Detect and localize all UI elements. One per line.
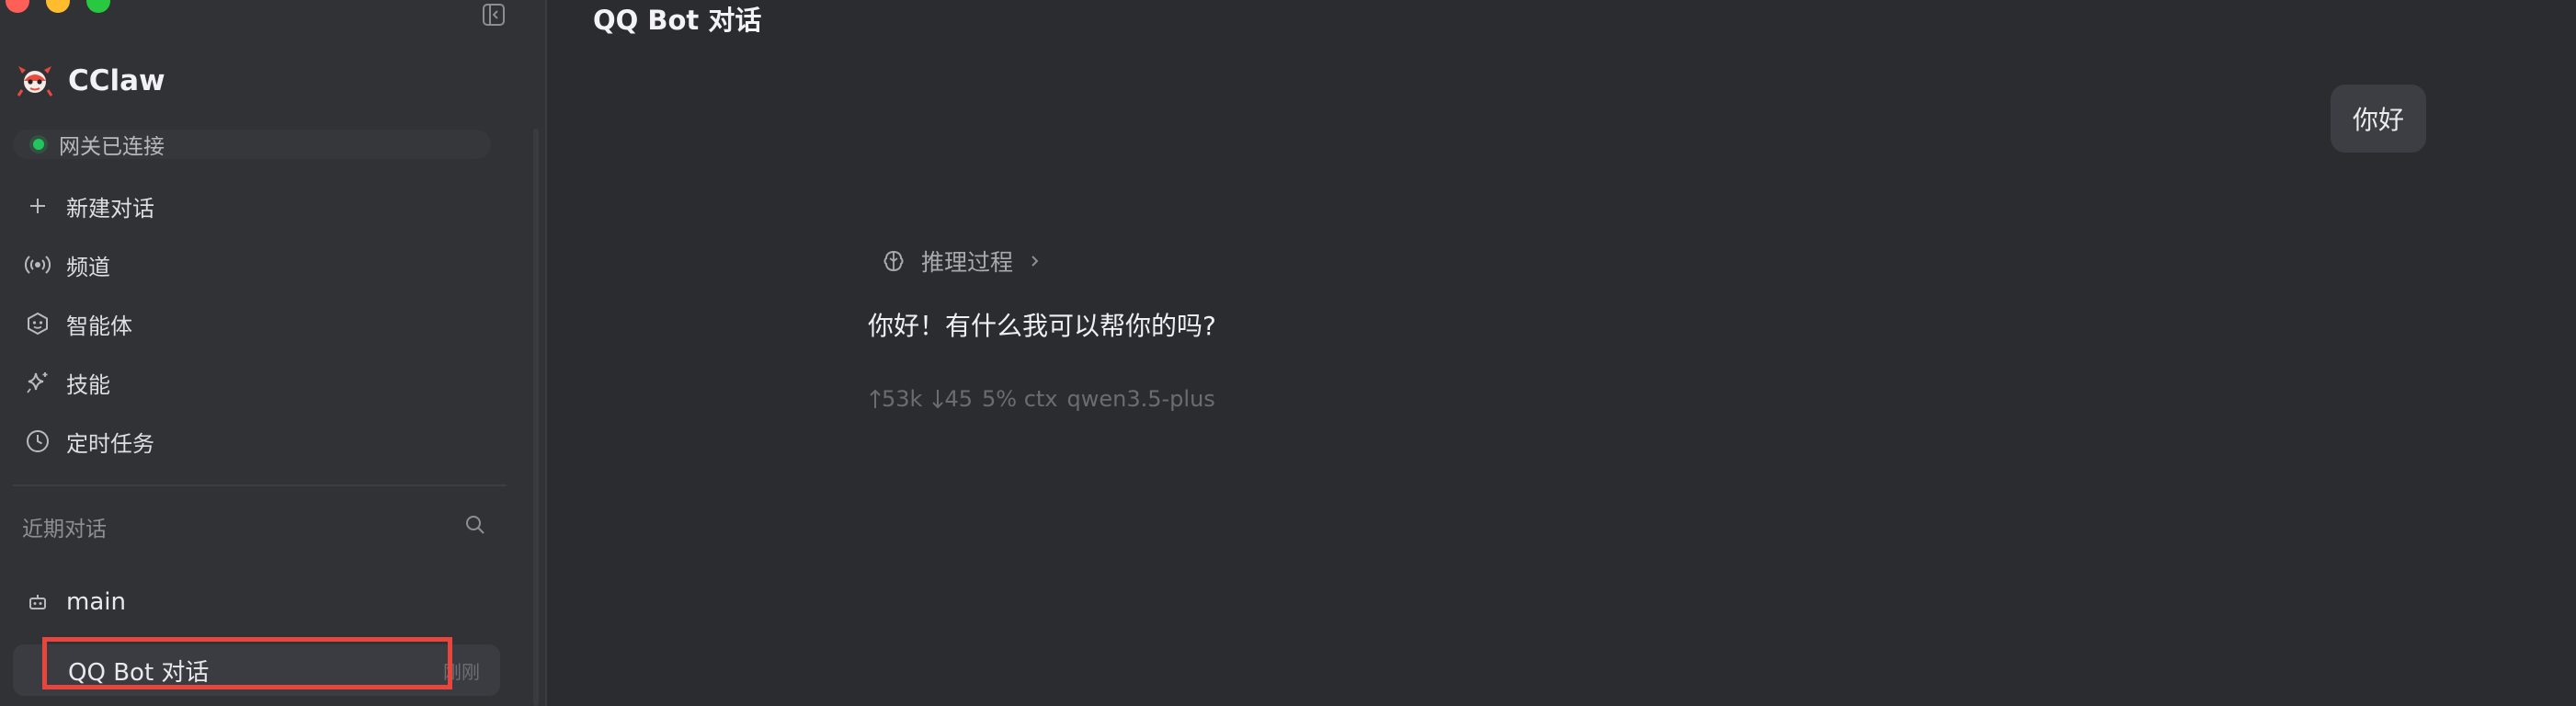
reasoning-toggle[interactable]: 推理过程	[881, 245, 1043, 278]
robot-icon	[24, 588, 51, 616]
chat-panel: QQ Bot 对话 你好 推理过程 你好！有什么我可以帮你的吗? 53k 45 …	[549, 0, 2576, 706]
reasoning-label: 推理过程	[921, 249, 1014, 276]
nav-skills[interactable]: 技能	[13, 359, 500, 406]
window-close-button[interactable]	[6, 0, 29, 13]
app-logo-icon	[17, 63, 53, 99]
app-name: CClaw	[68, 64, 165, 97]
context-usage: 5% ctx	[981, 386, 1058, 412]
status-dot-icon	[33, 139, 44, 150]
gateway-status-text: 网关已连接	[59, 135, 165, 159]
conversation-item-main[interactable]: main	[13, 576, 500, 628]
nav-channels[interactable]: 频道	[13, 241, 500, 289]
window-maximize-button[interactable]	[86, 0, 110, 13]
conversation-time: 刚刚	[443, 660, 480, 683]
nav-agents[interactable]: 智能体	[13, 300, 500, 347]
chevron-right-icon	[1028, 254, 1043, 268]
arrow-up-icon	[870, 389, 881, 408]
nav-channels-label: 频道	[66, 254, 110, 280]
clock-icon	[24, 427, 51, 455]
gateway-status: 网关已连接	[13, 130, 491, 159]
nav-new-chat[interactable]: 新建对话	[13, 182, 500, 230]
search-icon[interactable]	[463, 513, 489, 539]
chat-title: QQ Bot 对话	[593, 5, 762, 36]
nav-skills-label: 技能	[66, 371, 110, 398]
brain-icon	[881, 248, 906, 274]
broadcast-icon	[24, 251, 51, 279]
message-meta: 53k 45 5% ctx qwen3.5-plus	[869, 386, 1225, 412]
nav-agents-label: 智能体	[66, 313, 132, 339]
tokens-down: 45	[944, 386, 973, 412]
sidebar-divider	[13, 484, 507, 486]
nav-new-chat-label: 新建对话	[66, 195, 154, 222]
assistant-message: 你好！有什么我可以帮你的吗?	[868, 311, 1216, 341]
window-minimize-button[interactable]	[46, 0, 70, 13]
brand: CClaw	[17, 63, 165, 99]
conversation-item-qq-bot[interactable]: QQ Bot 对话 刚刚	[13, 644, 500, 696]
sidebar-scrollbar[interactable]	[533, 129, 539, 706]
nav-scheduled-tasks[interactable]: 定时任务	[13, 417, 500, 465]
sidebar-collapse-icon[interactable]	[482, 3, 506, 27]
conversation-label: QQ Bot 对话	[68, 658, 210, 687]
agent-icon	[24, 310, 51, 337]
nav-scheduled-tasks-label: 定时任务	[66, 430, 154, 457]
recent-chats-title: 近期对话	[22, 518, 107, 541]
tokens-up: 53k	[882, 386, 923, 412]
sparkle-icon	[24, 369, 51, 396]
model-name: qwen3.5-plus	[1066, 386, 1215, 412]
arrow-down-icon	[932, 390, 944, 409]
plus-icon	[24, 192, 51, 220]
user-message-bubble: 你好	[2331, 85, 2426, 153]
conversation-label: main	[66, 588, 126, 616]
sidebar: CClaw 网关已连接 新建对话 频道 智能体 技能 定时任务 近期对话 mai…	[0, 0, 547, 706]
